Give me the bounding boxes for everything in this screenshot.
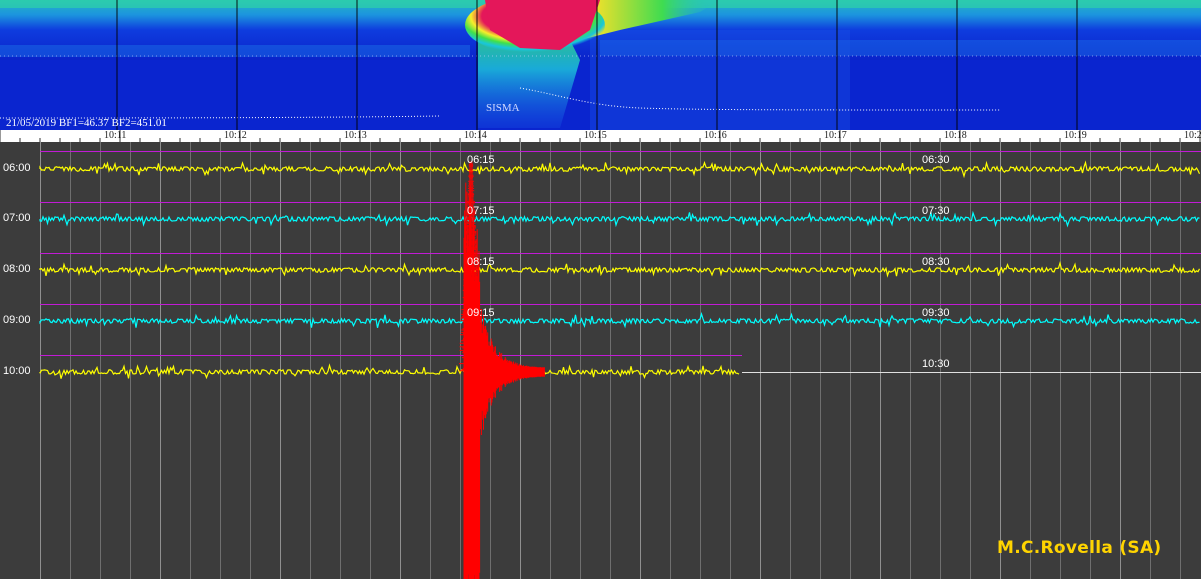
row-label: 08:00 [3,263,31,275]
time-label: 10:18 [944,130,967,141]
marker-label: 09:15 [467,307,495,319]
spectrogram-caption: 21/05/2019 BF1=46.37 BF2=451.01 [6,117,167,129]
seismograph-viewer: SISMA 21/05/2019 BF1=46.37 BF2=451.01 10… [0,0,1201,579]
seismic-trace [39,210,1200,228]
marker-label: 09:30 [922,307,950,319]
time-label: 10:16 [704,130,727,141]
time-label: 10:14 [464,130,487,141]
author-credit: M.C.Rovella (SA) [997,538,1162,558]
event-label: SISMA [486,102,520,114]
seismic-trace [39,260,1201,278]
seismogram-plot [39,142,1201,579]
time-label: 10:12 [224,130,247,141]
time-scale: 10:11 10:12 10:13 10:14 10:15 10:16 10:1… [0,130,1201,142]
seismic-trace [39,311,1200,330]
seismic-trace [39,363,740,380]
time-label: 10:13 [344,130,367,141]
time-label: 10:15 [584,130,607,141]
spectrogram-panel: SISMA 21/05/2019 BF1=46.37 BF2=451.01 [0,0,1201,130]
row-label: 09:00 [3,314,31,326]
marker-label: 10:30 [922,358,950,370]
marker-label: 07:30 [922,205,950,217]
time-label: 10:11 [104,130,127,141]
row-label: 06:00 [3,162,31,174]
marker-label: 06:15 [467,154,495,166]
time-label: 10:2 [1184,130,1201,141]
seismic-trace [39,160,1201,179]
spectrogram-image [0,0,1201,130]
time-label: 10:17 [824,130,847,141]
marker-label: 08:15 [467,256,495,268]
marker-label: 06:30 [922,154,950,166]
marker-label: 08:30 [922,256,950,268]
time-label: 10:19 [1064,130,1087,141]
marker-label: 07:15 [467,205,495,217]
row-label: 07:00 [3,212,31,224]
row-label: 10:00 [3,365,31,377]
seismogram-panel: 06:00 07:00 08:00 09:00 10:00 06:15 07:1… [0,142,1201,579]
